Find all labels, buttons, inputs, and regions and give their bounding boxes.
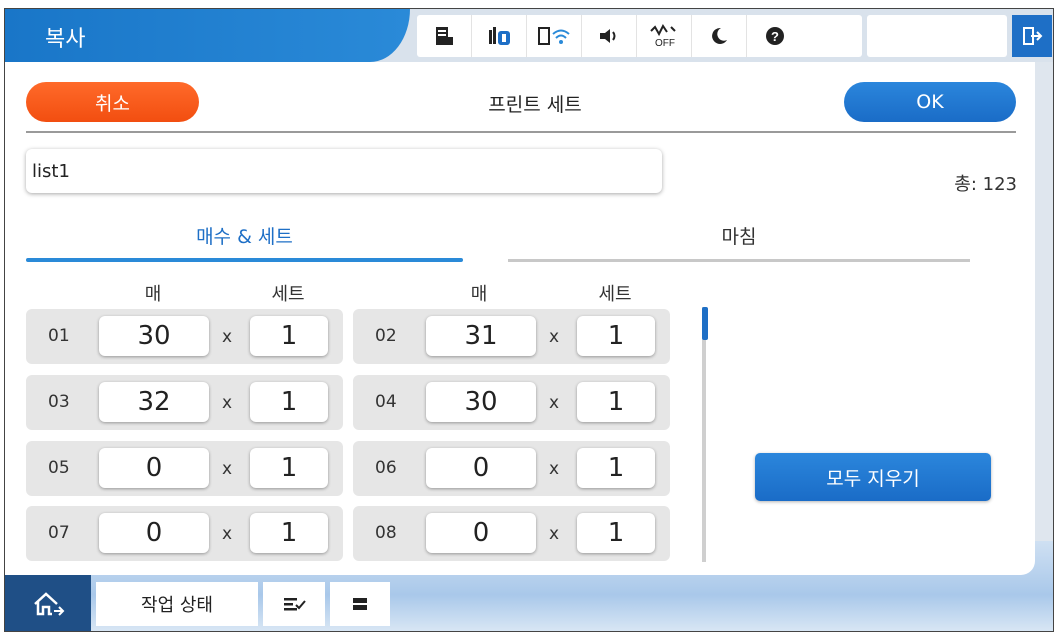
total-count: 총: 123 bbox=[954, 174, 1017, 195]
exit-button[interactable] bbox=[1012, 15, 1052, 57]
table-row: 02 31 x 1 bbox=[353, 309, 670, 364]
column-header-sets: 세트 bbox=[271, 284, 305, 305]
sets-input[interactable]: 1 bbox=[250, 382, 328, 422]
help-icon[interactable]: ? bbox=[747, 15, 802, 57]
tab-indicator-inactive bbox=[508, 259, 970, 262]
table-row: 03 32 x 1 bbox=[26, 375, 343, 430]
tab-indicator-active bbox=[26, 258, 463, 262]
sets-input[interactable]: 1 bbox=[577, 448, 655, 488]
tab-finishing[interactable]: 마침 bbox=[508, 222, 970, 249]
signal-off-icon[interactable]: OFF bbox=[637, 15, 692, 57]
app-frame: 복사 OFF ? 취소 프린트 세트 OK list1 총: 123 매수 & … bbox=[4, 8, 1054, 632]
copies-input[interactable]: 0 bbox=[99, 448, 209, 488]
times-symbol: x bbox=[549, 393, 560, 413]
paper-setting-button[interactable] bbox=[330, 582, 390, 626]
job-status-button[interactable]: 작업 상태 bbox=[96, 582, 258, 626]
app-title: 복사 bbox=[45, 27, 86, 52]
column-header-copies: 매 bbox=[144, 284, 162, 305]
copies-input[interactable]: 30 bbox=[426, 382, 536, 422]
row-number: 07 bbox=[48, 523, 70, 543]
row-number: 01 bbox=[48, 326, 70, 346]
copies-input[interactable]: 0 bbox=[426, 448, 536, 488]
document-icon[interactable] bbox=[417, 15, 472, 57]
table-row: 07 0 x 1 bbox=[26, 506, 343, 561]
title-tab: 복사 bbox=[5, 9, 410, 62]
scrollbar[interactable] bbox=[702, 307, 706, 562]
paper-tray-icon bbox=[353, 598, 367, 610]
times-symbol: x bbox=[549, 327, 560, 347]
row-number: 04 bbox=[375, 392, 397, 412]
cancel-button[interactable]: 취소 bbox=[26, 82, 199, 122]
column-header-sets: 세트 bbox=[598, 284, 632, 305]
table-row: 04 30 x 1 bbox=[353, 375, 670, 430]
home-button[interactable] bbox=[5, 575, 91, 631]
copies-input[interactable]: 31 bbox=[426, 316, 536, 356]
column-header-copies: 매 bbox=[470, 284, 488, 305]
row-number: 03 bbox=[48, 392, 70, 412]
status-message-field bbox=[867, 15, 1007, 57]
home-icon bbox=[34, 592, 65, 616]
queue-check-icon bbox=[284, 598, 306, 611]
ink-icon[interactable] bbox=[472, 15, 527, 57]
top-bar: 복사 OFF ? bbox=[5, 9, 1053, 62]
row-number: 06 bbox=[375, 458, 397, 478]
sound-icon[interactable] bbox=[582, 15, 637, 57]
table-row: 05 0 x 1 bbox=[26, 441, 343, 496]
copies-input[interactable]: 0 bbox=[99, 513, 209, 553]
ok-button[interactable]: OK bbox=[844, 82, 1016, 122]
print-set-panel: 취소 프린트 세트 OK list1 총: 123 매수 & 세트 마침 매 세… bbox=[5, 62, 1035, 575]
table-row: 01 30 x 1 bbox=[26, 309, 343, 364]
sets-input[interactable]: 1 bbox=[250, 513, 328, 553]
times-symbol: x bbox=[222, 524, 233, 544]
copies-input[interactable]: 32 bbox=[99, 382, 209, 422]
tab-copies-sets[interactable]: 매수 & 세트 bbox=[26, 222, 463, 249]
svg-text:OFF: OFF bbox=[655, 38, 675, 49]
table-row: 08 0 x 1 bbox=[353, 506, 670, 561]
times-symbol: x bbox=[549, 524, 560, 544]
times-symbol: x bbox=[222, 459, 233, 479]
copies-input[interactable]: 30 bbox=[99, 316, 209, 356]
job-queue-button[interactable] bbox=[263, 582, 325, 626]
sets-input[interactable]: 1 bbox=[250, 448, 328, 488]
sets-input[interactable]: 1 bbox=[577, 513, 655, 553]
list-name-input[interactable]: list1 bbox=[26, 149, 662, 193]
times-symbol: x bbox=[549, 459, 560, 479]
sleep-icon[interactable] bbox=[692, 15, 747, 57]
status-icon-strip: OFF ? bbox=[417, 15, 862, 57]
row-number: 05 bbox=[48, 458, 70, 478]
sets-input[interactable]: 1 bbox=[250, 316, 328, 356]
wifi-icon[interactable] bbox=[527, 15, 582, 57]
clear-all-button[interactable]: 모두 지우기 bbox=[755, 453, 991, 501]
scrollbar-thumb[interactable] bbox=[702, 307, 708, 340]
row-number: 08 bbox=[375, 523, 397, 543]
times-symbol: x bbox=[222, 393, 233, 413]
row-number: 02 bbox=[375, 326, 397, 346]
exit-icon bbox=[1023, 27, 1043, 45]
copies-input[interactable]: 0 bbox=[426, 513, 536, 553]
divider bbox=[26, 131, 1016, 133]
sets-input[interactable]: 1 bbox=[577, 316, 655, 356]
sets-input[interactable]: 1 bbox=[577, 382, 655, 422]
svg-text:?: ? bbox=[771, 29, 779, 44]
table-row: 06 0 x 1 bbox=[353, 441, 670, 496]
page-title: 프린트 세트 bbox=[488, 94, 582, 116]
times-symbol: x bbox=[222, 327, 233, 347]
